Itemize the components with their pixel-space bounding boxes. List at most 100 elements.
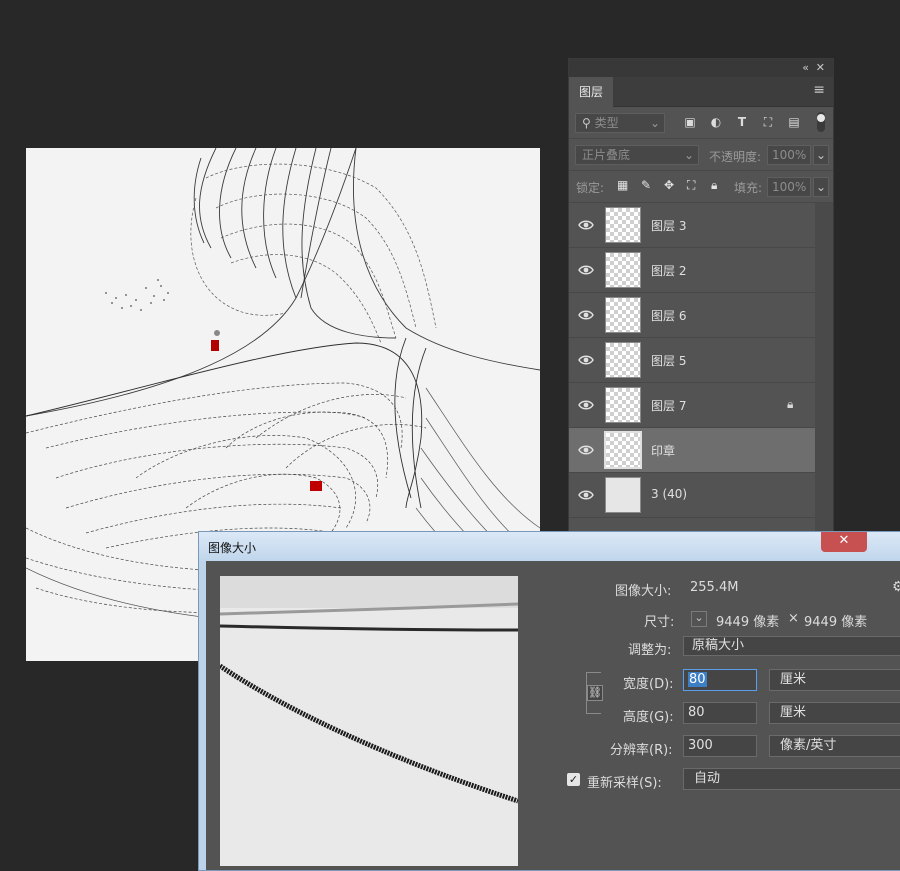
filter-kind-dropdown[interactable]: ⚲ 类型 ⌄ xyxy=(575,113,665,133)
fit-to-label: 调整为: xyxy=(628,643,672,658)
opacity-field[interactable]: 100% xyxy=(767,145,811,165)
dimensions-width: 9449 像素 xyxy=(716,615,780,630)
image-size-label: 图像大小: xyxy=(615,584,672,599)
blend-mode-dropdown[interactable]: 正片叠底 ⌄ xyxy=(575,145,699,165)
layer-thumbnail xyxy=(605,252,641,288)
opacity-value: 100% xyxy=(772,148,807,162)
eye-icon[interactable] xyxy=(578,397,594,413)
width-label: 宽度(D): xyxy=(623,677,674,692)
eye-icon[interactable] xyxy=(578,217,594,233)
layer-row[interactable]: 图层 3 xyxy=(569,203,817,248)
panel-header-bar: « ✕ xyxy=(569,59,833,77)
preview-image xyxy=(220,576,518,866)
fill-label: 填充: xyxy=(734,181,763,195)
smart-object-filter-icon[interactable]: ▤ xyxy=(787,115,801,129)
chevron-down-icon: ⌄ xyxy=(816,148,827,162)
layer-row[interactable]: 图层 5 xyxy=(569,338,817,383)
lock-image-pixels-icon[interactable]: ✎ xyxy=(641,178,651,192)
width-input[interactable]: 80 xyxy=(683,669,757,691)
height-input[interactable]: 80 xyxy=(683,702,757,724)
resolution-input[interactable]: 300 xyxy=(683,735,757,757)
lock-label: 锁定: xyxy=(576,181,605,195)
fill-field[interactable]: 100% xyxy=(767,177,811,197)
opacity-label: 不透明度: xyxy=(709,150,762,164)
chevron-down-icon: ⌄ xyxy=(816,180,827,194)
width-unit-dropdown[interactable]: 厘米 xyxy=(769,669,900,691)
height-unit-value: 厘米 xyxy=(780,705,807,720)
layer-list: 图层 3 图层 2 图层 6 图层 5 图层 7 🔒︎ 印章 3 (40) xyxy=(569,203,817,518)
dimensions-unit-dropdown[interactable]: ⌄ xyxy=(691,611,707,627)
panel-menu-icon[interactable]: ≡ xyxy=(813,82,825,98)
layer-row[interactable]: 图层 2 xyxy=(569,248,817,293)
image-preview[interactable] xyxy=(220,576,518,866)
adjustment-filter-icon[interactable]: ◐ xyxy=(709,115,723,129)
lock-all-icon[interactable]: 🔒︎ xyxy=(711,178,717,193)
layer-name: 图层 7 xyxy=(651,399,687,413)
height-value: 80 xyxy=(688,705,705,720)
fit-to-dropdown[interactable]: 原稿大小 xyxy=(683,636,900,656)
layer-row[interactable]: 图层 6 xyxy=(569,293,817,338)
layer-row[interactable]: 图层 7 🔒︎ xyxy=(569,383,817,428)
collapse-icon[interactable]: « xyxy=(802,61,809,74)
layer-name: 图层 5 xyxy=(651,354,687,368)
layer-row-selected[interactable]: 印章 xyxy=(569,428,817,473)
resample-label: 重新采样(S): xyxy=(587,776,662,791)
blend-mode-row: 正片叠底 ⌄ 不透明度: 100% ⌄ xyxy=(569,139,833,171)
layers-scrollbar[interactable] xyxy=(815,203,833,537)
image-size-dialog: 图像大小 ✕ 图像大小: 255.4M ⚙ 尺寸: ⌄ 9449 像素 × 94… xyxy=(198,531,900,871)
layer-name: 图层 6 xyxy=(651,309,687,323)
lock-artboard-icon[interactable]: ⛶ xyxy=(687,178,695,193)
resample-checkbox[interactable]: ✓ xyxy=(567,773,580,786)
eye-icon[interactable] xyxy=(578,307,594,323)
filter-kind-label: 类型 xyxy=(594,116,619,130)
lock-transparent-pixels-icon[interactable]: ▦ xyxy=(617,178,628,192)
image-filter-icon[interactable]: ▣ xyxy=(683,115,697,129)
fill-slider-button[interactable]: ⌄ xyxy=(813,177,829,197)
opacity-slider-button[interactable]: ⌄ xyxy=(813,145,829,165)
close-icon[interactable]: ✕ xyxy=(816,61,825,74)
type-filter-icon[interactable]: T xyxy=(735,115,749,129)
dimensions-label: 尺寸: xyxy=(644,615,675,630)
lock-position-icon[interactable]: ✥ xyxy=(664,178,674,192)
layer-thumbnail xyxy=(605,387,641,423)
dimensions-height: 9449 像素 xyxy=(804,615,868,630)
image-size-value: 255.4M xyxy=(690,580,739,595)
seal-stamp xyxy=(310,481,322,491)
layer-row[interactable]: 3 (40) xyxy=(569,473,817,518)
gear-icon[interactable]: ⚙ xyxy=(892,579,900,595)
eye-icon[interactable] xyxy=(578,262,594,278)
panel-tab-row: 图层 ≡ xyxy=(569,77,833,107)
link-icon[interactable]: ⛓ xyxy=(587,685,603,701)
layer-name: 图层 2 xyxy=(651,264,687,278)
layer-thumbnail xyxy=(604,431,642,469)
layer-filter-row: ⚲ 类型 ⌄ ▣ ◐ T ⛶ ▤ xyxy=(569,107,833,139)
resolution-value: 300 xyxy=(688,738,713,753)
resolution-label: 分辨率(R): xyxy=(610,743,673,758)
eye-icon[interactable] xyxy=(578,442,594,458)
search-icon: ⚲ xyxy=(582,116,591,130)
blend-mode-value: 正片叠底 xyxy=(582,148,631,162)
lock-icon: 🔒︎ xyxy=(787,397,794,411)
layer-thumbnail xyxy=(605,477,641,513)
resolution-unit-value: 像素/英寸 xyxy=(780,738,837,753)
eye-icon[interactable] xyxy=(578,487,594,503)
layer-thumbnail xyxy=(605,297,641,333)
resample-value: 自动 xyxy=(694,771,721,786)
layer-thumbnail xyxy=(605,207,641,243)
eye-icon[interactable] xyxy=(578,352,594,368)
resolution-unit-dropdown[interactable]: 像素/英寸 xyxy=(769,735,900,757)
dialog-title: 图像大小 xyxy=(208,541,257,555)
filter-toggle[interactable] xyxy=(817,112,825,132)
layer-thumbnail xyxy=(605,342,641,378)
fill-value: 100% xyxy=(772,180,807,194)
lock-row: 锁定: ▦ ✎ ✥ ⛶ 🔒︎ 填充: 100% ⌄ xyxy=(569,171,833,203)
resample-dropdown[interactable]: 自动 xyxy=(683,768,900,790)
shape-filter-icon[interactable]: ⛶ xyxy=(761,115,775,129)
close-icon[interactable]: ✕ xyxy=(821,532,867,552)
height-unit-dropdown[interactable]: 厘米 xyxy=(769,702,900,724)
tab-layers[interactable]: 图层 xyxy=(569,77,613,107)
chevron-down-icon: ⌄ xyxy=(683,148,694,162)
dialog-body: 图像大小: 255.4M ⚙ 尺寸: ⌄ 9449 像素 × 9449 像素 调… xyxy=(206,561,900,870)
dialog-titlebar[interactable]: 图像大小 ✕ xyxy=(199,532,900,561)
layer-name: 印章 xyxy=(651,444,676,458)
